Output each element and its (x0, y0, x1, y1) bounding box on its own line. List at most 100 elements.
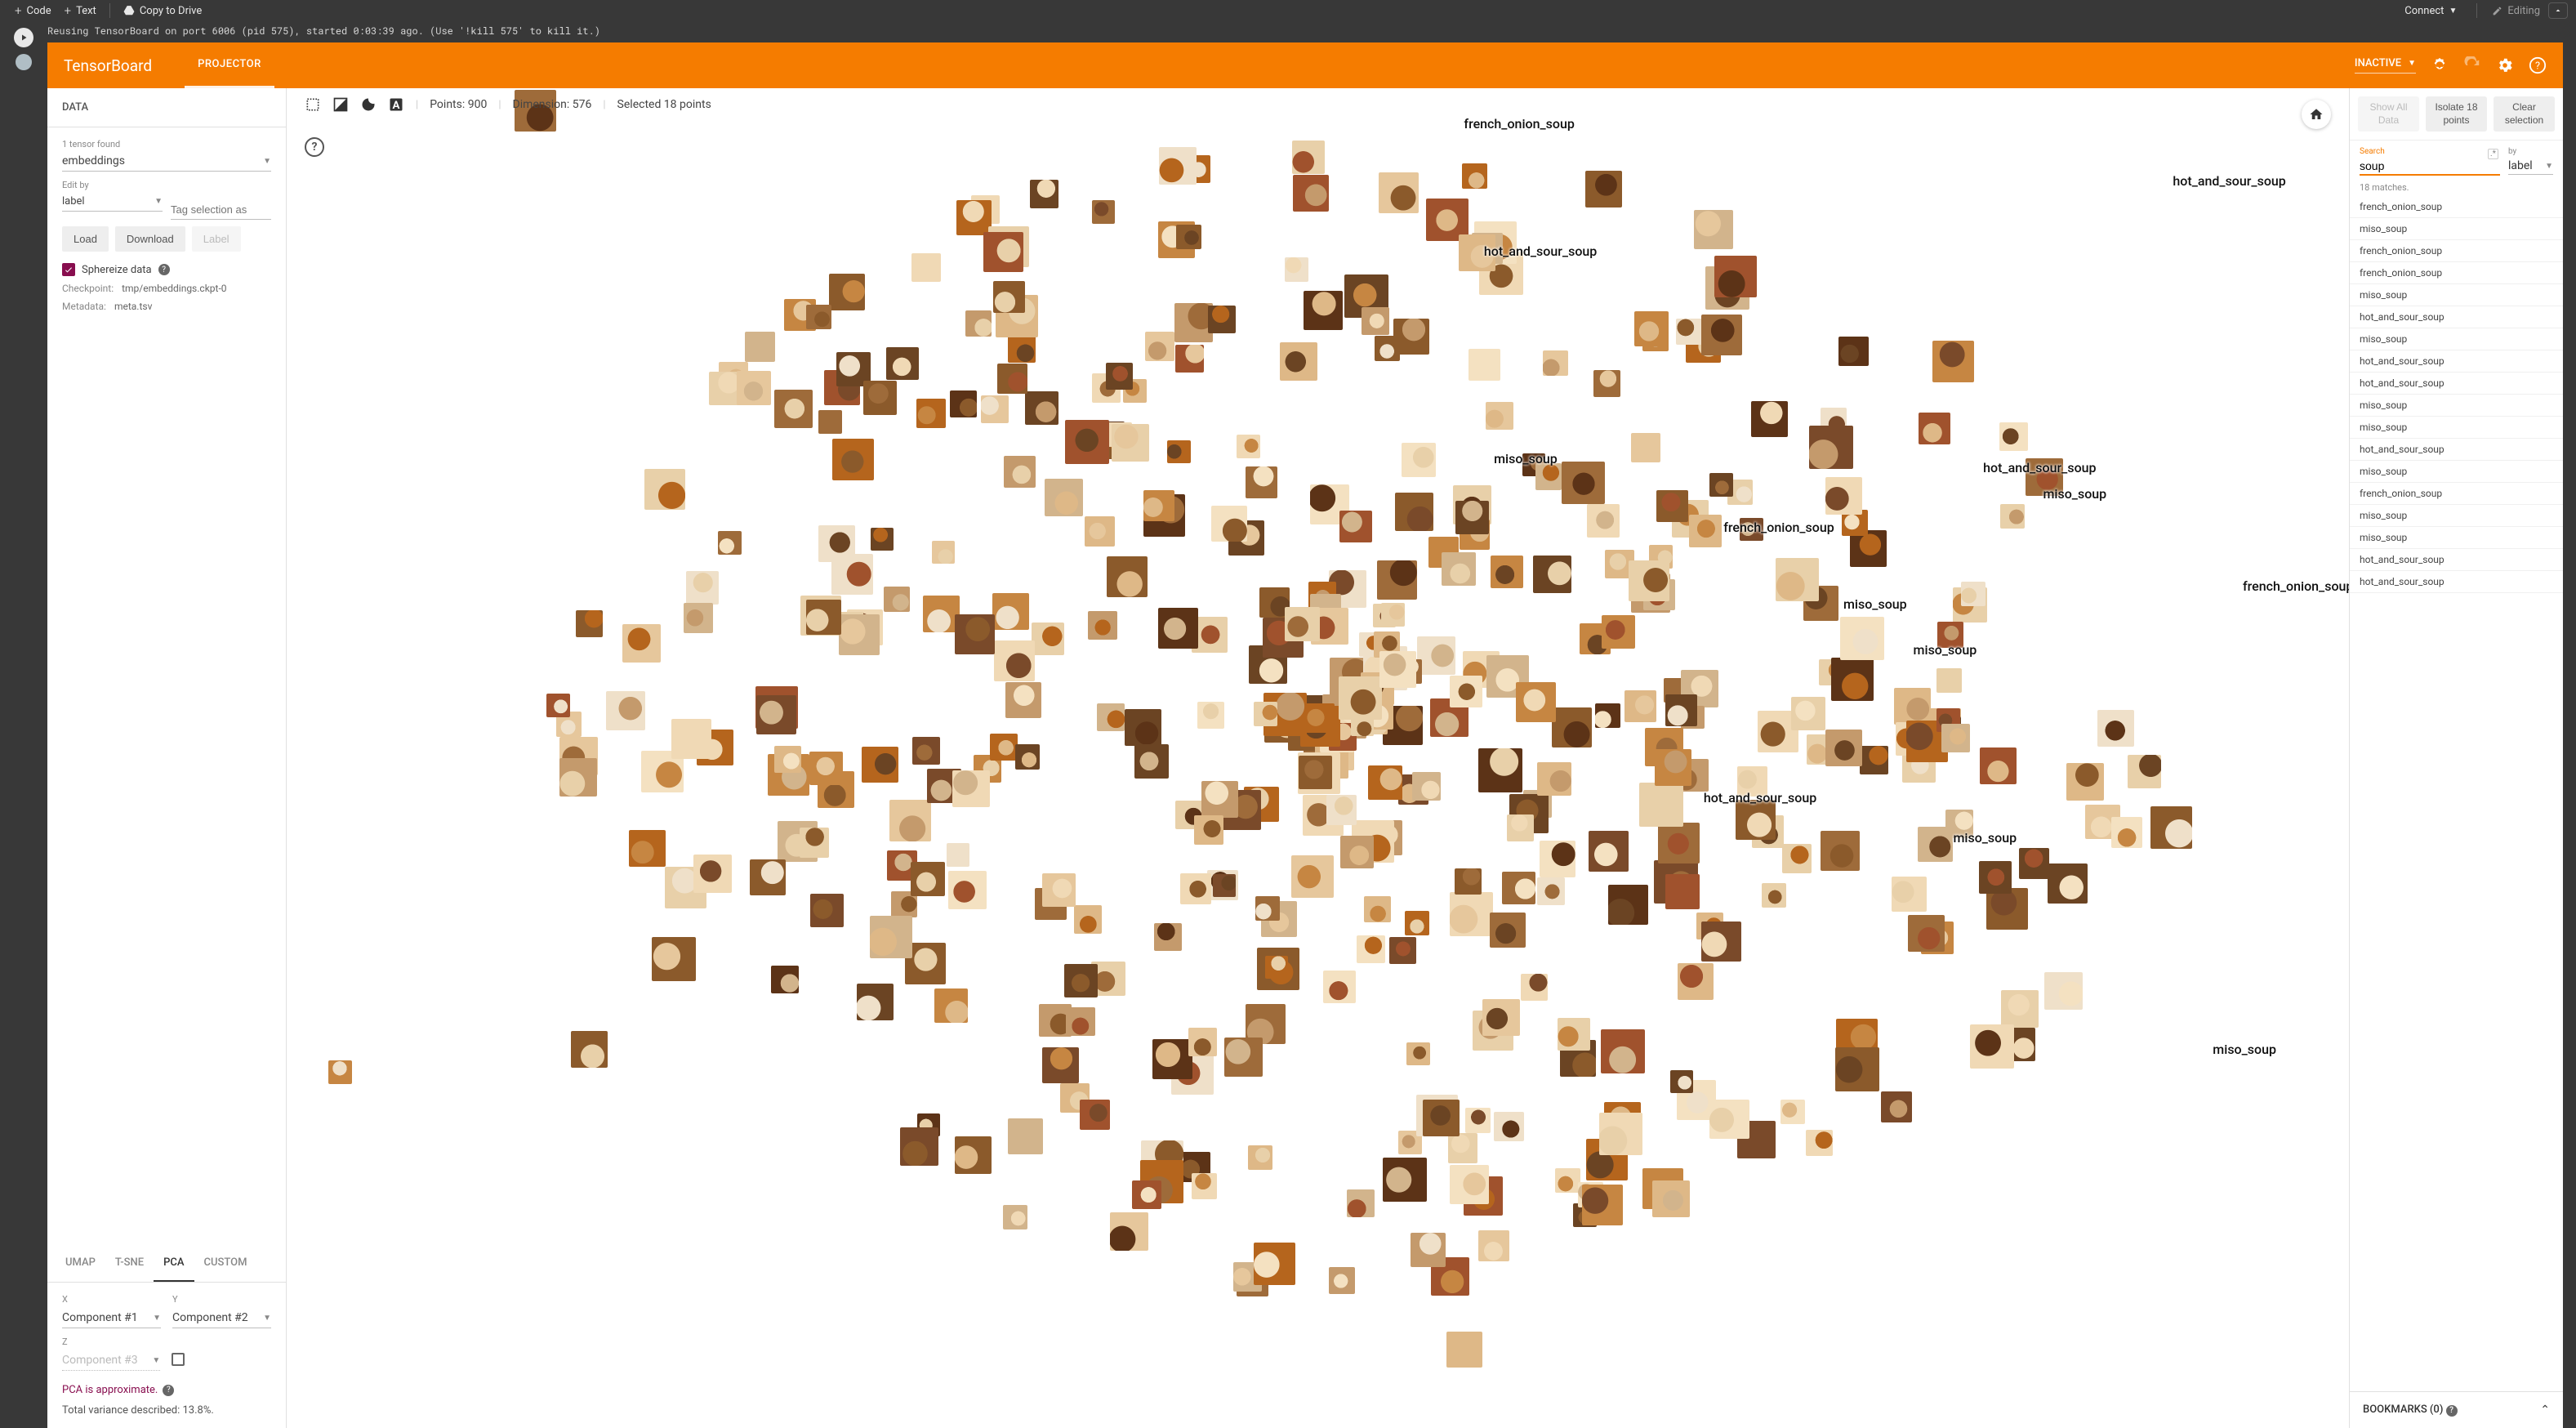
label-mode-icon[interactable]: A (388, 96, 404, 113)
embedding-thumbnail[interactable] (1459, 234, 1495, 271)
embedding-thumbnail[interactable] (1540, 841, 1575, 877)
search-result-item[interactable]: hot_and_sour_soup (2350, 571, 2563, 593)
download-button[interactable]: Download (115, 226, 185, 252)
embedding-thumbnail[interactable] (1701, 315, 1743, 356)
embedding-thumbnail[interactable] (1357, 935, 1385, 964)
embedding-thumbnail[interactable] (1689, 515, 1722, 547)
embedding-thumbnail[interactable] (1740, 518, 1763, 541)
embedding-thumbnail[interactable] (806, 305, 831, 329)
embedding-thumbnail[interactable] (1482, 999, 1520, 1037)
embedding-thumbnail[interactable] (1005, 682, 1041, 718)
isolate-button[interactable]: Isolate 18 points (2426, 96, 2487, 132)
select-tool-icon[interactable] (305, 96, 321, 113)
embedding-thumbnail[interactable] (1599, 1113, 1642, 1155)
embedding-thumbnail[interactable] (1850, 530, 1887, 567)
embedding-thumbnail[interactable] (1383, 1158, 1427, 1202)
embedding-thumbnail[interactable] (870, 916, 912, 958)
embedding-thumbnail[interactable] (1999, 422, 2028, 451)
embedding-thumbnail[interactable] (1188, 1028, 1217, 1056)
embedding-thumbnail[interactable] (1639, 783, 1683, 827)
embedding-thumbnail[interactable] (1776, 558, 1819, 601)
night-mode-icon[interactable] (360, 96, 377, 113)
embedding-thumbnail[interactable] (1339, 676, 1382, 720)
embedding-thumbnail[interactable] (1285, 257, 1308, 281)
embedding-thumbnail[interactable] (886, 347, 920, 381)
embedding-thumbnail[interactable] (1224, 1038, 1263, 1077)
embedding-thumbnail[interactable] (1176, 225, 1201, 249)
embedding-thumbnail[interactable] (1490, 913, 1526, 948)
search-result-item[interactable]: hot_and_sour_soup (2350, 439, 2563, 461)
run-selector[interactable]: INACTIVE▼ (2355, 57, 2416, 74)
embedding-thumbnail[interactable] (1701, 922, 1741, 962)
embedding-thumbnail[interactable] (1450, 892, 1494, 936)
embedding-thumbnail[interactable] (1152, 1039, 1192, 1079)
embedding-thumbnail[interactable] (2150, 806, 2192, 848)
embedding-thumbnail[interactable] (1326, 795, 1357, 825)
embedding-thumbnail[interactable] (1112, 424, 1149, 462)
embedding-thumbnail[interactable] (1329, 1267, 1356, 1294)
embedding-thumbnail[interactable] (1533, 556, 1571, 594)
embedding-thumbnail[interactable] (328, 1060, 352, 1084)
embedding-thumbnail[interactable] (818, 410, 842, 434)
embedding-thumbnail[interactable] (1008, 1118, 1044, 1154)
embedding-thumbnail[interactable] (955, 614, 996, 655)
embedding-thumbnail[interactable] (1582, 1185, 1623, 1225)
embedding-thumbnail[interactable] (884, 587, 909, 612)
connect-button[interactable]: Connect▼ (2400, 2, 2462, 20)
embedding-thumbnail[interactable] (1468, 349, 1500, 381)
embedding-thumbnail[interactable] (1389, 937, 1416, 964)
embedding-thumbnail[interactable] (693, 855, 732, 893)
search-result-item[interactable]: miso_soup (2350, 284, 2563, 306)
embedding-thumbnail[interactable] (1502, 872, 1535, 904)
search-result-item[interactable]: hot_and_sour_soup (2350, 350, 2563, 373)
embedding-thumbnail[interactable] (1003, 1205, 1027, 1229)
embedding-thumbnail[interactable] (1030, 180, 1058, 208)
bookmarks-header[interactable]: BOOKMARKS (0) ? ⌃ (2350, 1391, 2563, 1428)
embedding-thumbnail[interactable] (1423, 1100, 1460, 1136)
embedding-thumbnail[interactable] (1254, 702, 1277, 725)
embedding-thumbnail[interactable] (1167, 440, 1191, 464)
embedding-thumbnail[interactable] (1446, 1332, 1482, 1368)
tab-tsne[interactable]: T-SNE (105, 1245, 154, 1282)
embedding-thumbnail[interactable] (1064, 964, 1098, 997)
embedding-thumbnail[interactable] (1395, 493, 1433, 531)
embedding-thumbnail[interactable] (652, 937, 696, 981)
embedding-thumbnail[interactable] (1652, 1180, 1690, 1218)
embedding-thumbnail[interactable] (948, 871, 987, 909)
embedding-thumbnail[interactable] (1809, 426, 1852, 469)
embedding-thumbnail[interactable] (1377, 560, 1417, 600)
embedding-thumbnail[interactable] (1791, 697, 1825, 731)
embedding-thumbnail[interactable] (1665, 874, 1700, 909)
embedding-thumbnail[interactable] (1762, 883, 1787, 908)
embedding-thumbnail[interactable] (1507, 814, 1534, 841)
embedding-thumbnail[interactable] (1676, 319, 1702, 345)
embedding-thumbnail[interactable] (1254, 1243, 1295, 1284)
embedding-thumbnail[interactable] (1292, 141, 1326, 174)
embedding-thumbnail[interactable] (1555, 1168, 1580, 1194)
embedding-thumbnail[interactable] (1248, 1145, 1272, 1170)
pca-help-icon[interactable]: ? (163, 1385, 174, 1396)
embedding-thumbnail[interactable] (839, 614, 880, 655)
embedding-thumbnail[interactable] (1364, 896, 1390, 922)
collapse-header-button[interactable] (2548, 2, 2568, 19)
search-input[interactable] (2360, 158, 2500, 176)
embedding-thumbnail[interactable] (1143, 490, 1174, 521)
embedding-thumbnail[interactable] (1608, 885, 1647, 924)
search-result-item[interactable]: french_onion_soup (2350, 483, 2563, 505)
embedding-thumbnail[interactable] (1339, 511, 1371, 542)
embedding-thumbnail[interactable] (1585, 171, 1622, 208)
embedding-thumbnail[interactable] (956, 200, 992, 235)
search-result-item[interactable]: hot_and_sour_soup (2350, 306, 2563, 328)
embedding-thumbnail[interactable] (934, 988, 968, 1022)
embedding-thumbnail[interactable] (1655, 749, 1691, 786)
embedding-thumbnail[interactable] (965, 310, 992, 337)
embedding-thumbnail[interactable] (1323, 971, 1356, 1003)
embedding-thumbnail[interactable] (1213, 874, 1236, 897)
embedding-thumbnail[interactable] (1535, 463, 1562, 490)
embedding-thumbnail[interactable] (1937, 622, 1963, 648)
embedding-thumbnail[interactable] (1624, 690, 1656, 721)
embedding-thumbnail[interactable] (1825, 477, 1863, 515)
embedding-thumbnail[interactable] (1587, 504, 1620, 538)
search-result-item[interactable]: french_onion_soup (2350, 196, 2563, 218)
embedding-thumbnail[interactable] (912, 737, 940, 765)
